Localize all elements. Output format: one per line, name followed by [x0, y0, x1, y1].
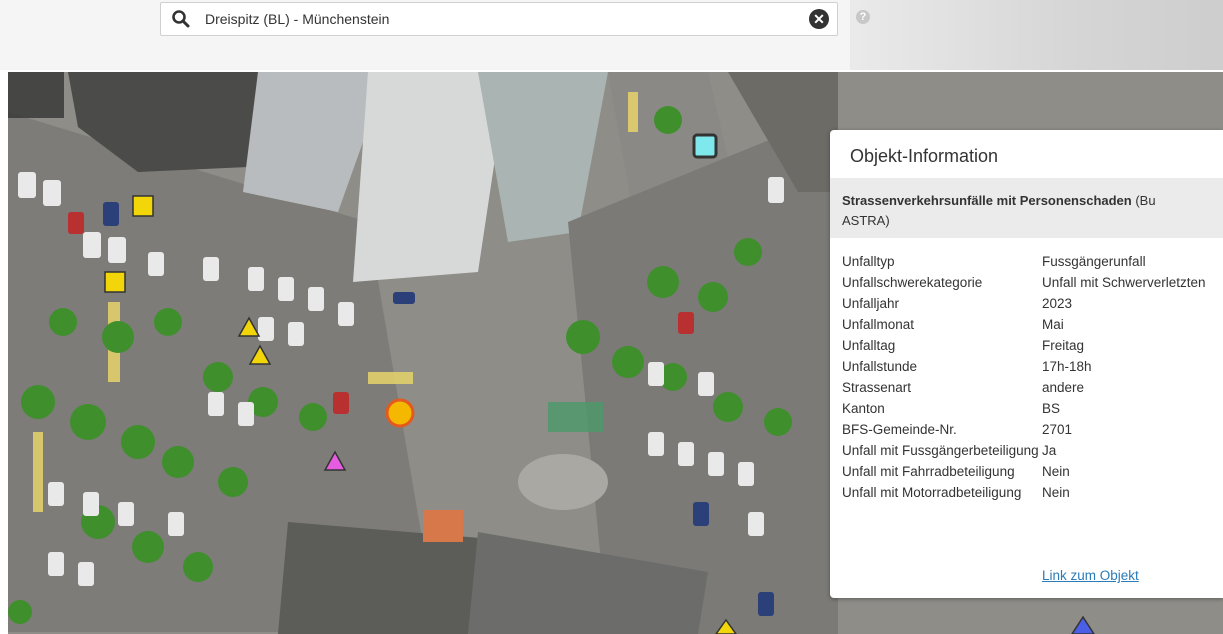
attribute-key: Unfalljahr [842, 296, 900, 311]
help-icon[interactable]: ? [856, 10, 870, 24]
map-marker-square [104, 271, 126, 293]
attribute-row: Unfalljahr 2023 [842, 293, 1223, 314]
attribute-key: Unfall mit Motorradbeteiligung [842, 485, 1022, 500]
attribute-value: Nein [1042, 464, 1070, 479]
layer-title-rest: (Bu [1131, 193, 1156, 208]
map-marker-circle-selected [385, 398, 415, 428]
attribute-row: Unfalltyp Fussgängerunfall [842, 251, 1223, 272]
attribute-row: Unfallstunde 17h-18h [842, 356, 1223, 377]
attribute-table: Unfalltyp Fussgängerunfall Unfallschwere… [842, 251, 1223, 503]
attribute-key: Strassenart [842, 380, 912, 395]
attribute-value: 2023 [1042, 296, 1073, 311]
attribute-row: Unfalltag Freitag [842, 335, 1223, 356]
layer-title-bold: Strassenverkehrsunfälle mit Personenscha… [842, 193, 1132, 208]
search-icon[interactable] [171, 9, 191, 29]
attribute-value: Mai [1042, 317, 1064, 332]
attribute-key: Unfallschwerekategorie [842, 275, 983, 290]
attribute-key: Unfallstunde [842, 359, 918, 374]
map-marker-square [692, 133, 718, 159]
search-input[interactable] [205, 3, 785, 35]
attribute-value: Fussgängerunfall [1042, 254, 1146, 269]
object-info-panel: Objekt-Information Strassenverkehrsunfäl… [830, 130, 1223, 598]
attribute-value: Unfall mit Schwerverletzten [1042, 275, 1206, 290]
attribute-value: Nein [1042, 485, 1070, 500]
search-box[interactable]: ✕ [160, 2, 838, 36]
attribute-key: BFS-Gemeinde-Nr. [842, 422, 957, 437]
attribute-row: Unfall mit Fussgängerbeteiligung Ja [842, 440, 1223, 461]
attribute-row: Unfallmonat Mai [842, 314, 1223, 335]
attribute-key: Unfall mit Fahrradbeteiligung [842, 464, 1015, 479]
attribute-value: 17h-18h [1042, 359, 1092, 374]
attribute-key: Kanton [842, 401, 885, 416]
map-control-corner [8, 72, 64, 118]
attribute-row: BFS-Gemeinde-Nr. 2701 [842, 419, 1223, 440]
attribute-value: andere [1042, 380, 1085, 395]
panel-title: Objekt-Information [850, 146, 999, 166]
map-background-strip [850, 0, 1223, 70]
attribute-key: Unfalltyp [842, 254, 895, 269]
layer-title-line2: ASTRA) [842, 213, 890, 228]
attribute-value: 2701 [1042, 422, 1073, 437]
attribute-row: Strassenart andere [842, 377, 1223, 398]
object-link[interactable]: Link zum Objekt [1042, 568, 1139, 583]
attribute-row: Unfallschwerekategorie Unfall mit Schwer… [842, 272, 1223, 293]
attribute-value: Ja [1042, 443, 1057, 458]
attribute-row: Unfall mit Motorradbeteiligung Nein [842, 482, 1223, 503]
attribute-value: BS [1042, 401, 1061, 416]
attribute-key: Unfalltag [842, 338, 896, 353]
clear-icon[interactable]: ✕ [809, 9, 829, 29]
attribute-key: Unfall mit Fussgängerbeteiligung [842, 443, 1039, 458]
attribute-key: Unfallmonat [842, 317, 915, 332]
attribute-row: Unfall mit Fahrradbeteiligung Nein [842, 461, 1223, 482]
attribute-row: Kanton BS [842, 398, 1223, 419]
layer-title: Strassenverkehrsunfälle mit Personenscha… [842, 191, 1222, 231]
map-marker-square [132, 195, 154, 217]
attribute-value: Freitag [1042, 338, 1085, 353]
